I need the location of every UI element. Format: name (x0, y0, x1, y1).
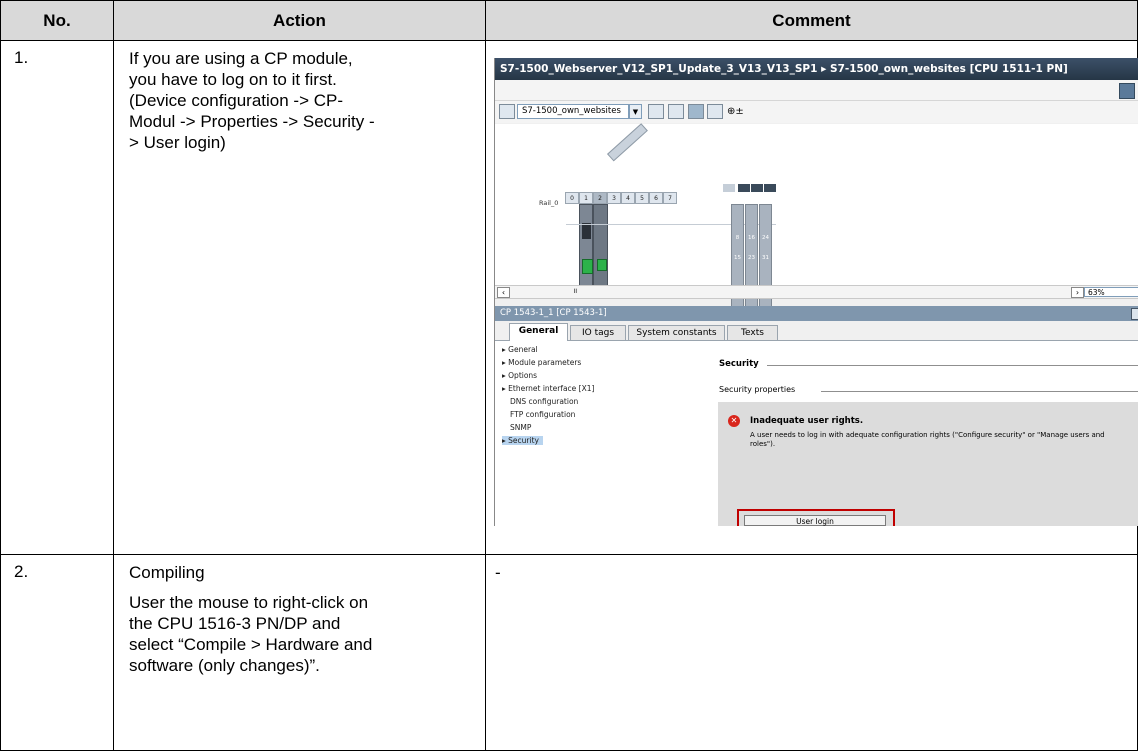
slot[interactable]: 2 (593, 192, 607, 204)
zoom-icon[interactable]: ⊕± (727, 104, 744, 119)
topology-icon[interactable] (1119, 83, 1135, 99)
header-action: Action (113, 0, 486, 41)
edit-icon[interactable] (688, 104, 704, 119)
row1-number: 1. (0, 40, 114, 555)
row1-action-line: > User login) (129, 133, 226, 152)
port-icon (582, 259, 593, 274)
row1-action-line: Modul -> Properties -> Security - (129, 112, 375, 131)
slot[interactable]: 0 (565, 192, 579, 204)
slot[interactable]: 7 (663, 192, 677, 204)
zoom-level[interactable]: 63% (1084, 287, 1138, 297)
port-icon (597, 259, 607, 271)
nav-item-options[interactable]: ▸ Options (502, 371, 537, 380)
network-icon[interactable] (668, 104, 684, 119)
row2-action-line: software (only changes)”. (129, 656, 320, 675)
user-login-button[interactable]: User login (744, 515, 886, 526)
cpu-module[interactable] (579, 204, 593, 290)
properties-tabs: General IO tags System constants Texts (495, 321, 1138, 341)
tia-portal-screenshot: S7-1500_Webserver_V12_SP1_Update_3_V13_V… (494, 58, 1138, 526)
device-select[interactable]: S7-1500_own_websites (517, 104, 629, 119)
add-device-icon[interactable] (499, 104, 515, 119)
slot[interactable]: 6 (649, 192, 663, 204)
nav-item-general[interactable]: ▸ General (502, 345, 538, 354)
top-toolbar (495, 80, 1138, 101)
properties-icon[interactable] (648, 104, 664, 119)
module-catalog-label (607, 123, 648, 162)
properties-title: CP 1543-1_1 [CP 1543-1] (495, 306, 1138, 321)
warning-box: ✕ Inadequate user rights. A user needs t… (718, 402, 1138, 526)
tab-system-constants[interactable]: System constants (628, 325, 725, 340)
nav-left-icon[interactable] (723, 184, 735, 192)
row1-action-line: If you are using a CP module, (129, 49, 353, 68)
row2-action-line: select “Compile > Hardware and (129, 635, 373, 654)
row1-action-line: (Device configuration -> CP- (129, 91, 344, 110)
device-view-canvas: Rail_0 0 1 2 3 4 5 6 7 8 15 16 23 24 31 (495, 123, 1138, 333)
properties-nav: ▸ General ▸ Module parameters ▸ Options … (495, 341, 704, 526)
slot[interactable]: 4 (621, 192, 635, 204)
slot[interactable]: 5 (635, 192, 649, 204)
row1-action: If you are using a CP module, you have t… (113, 40, 486, 555)
divider (821, 391, 1138, 392)
security-content: Security Security properties ✕ Inadequat… (703, 341, 1138, 526)
rack-label: Rail_0 (539, 199, 559, 207)
scroll-right-icon[interactable]: › (1071, 287, 1084, 298)
nav-down-icon[interactable] (738, 184, 750, 192)
nav-item-ftp[interactable]: FTP configuration (510, 410, 575, 419)
row2-comment: - (485, 554, 1138, 751)
row2-action-title: Compiling (129, 563, 205, 582)
header-comment: Comment (485, 0, 1138, 41)
row2-action-line: User the mouse to right-click on (129, 593, 369, 612)
nav-down-icon[interactable] (764, 184, 776, 192)
chevron-down-icon[interactable]: ▼ (629, 104, 642, 119)
device-toolbar: S7-1500_own_websites ▼ ⊕± (495, 101, 1138, 123)
row2-action: Compiling User the mouse to right-click … (113, 554, 486, 751)
warning-title: Inadequate user rights. (750, 416, 864, 426)
rack-rail: 0 1 2 3 4 5 6 7 (565, 192, 775, 204)
row1-action-line: you have to log on to it first. (129, 70, 337, 89)
error-icon: ✕ (728, 415, 740, 427)
scroll-grip-icon[interactable]: ॥ (573, 287, 577, 296)
scroll-left-icon[interactable]: ‹ (497, 287, 510, 298)
cpu-display (582, 223, 591, 239)
section-subtitle: Security properties (719, 385, 796, 394)
slot[interactable]: 1 (579, 192, 593, 204)
nav-item-dns[interactable]: DNS configuration (510, 397, 578, 406)
nav-item-snmp[interactable]: SNMP (510, 423, 531, 432)
dock-icon[interactable] (1131, 308, 1138, 320)
section-title: Security (719, 359, 759, 369)
tab-io-tags[interactable]: IO tags (570, 325, 626, 340)
cp-module[interactable] (593, 204, 608, 290)
properties-panel: ▸ General ▸ Module parameters ▸ Options … (495, 341, 1138, 526)
nav-down-icon[interactable] (751, 184, 763, 192)
nav-item-ethernet[interactable]: ▸ Ethernet interface [X1] (502, 384, 594, 393)
tab-texts[interactable]: Texts (727, 325, 778, 340)
divider (767, 365, 1138, 366)
warning-text: A user needs to log in with adequate con… (750, 431, 1105, 448)
row2-action-line: the CPU 1516-3 PN/DP and (129, 614, 341, 633)
slot[interactable]: 3 (607, 192, 621, 204)
highlight-frame: User login (737, 509, 895, 526)
tab-general[interactable]: General (509, 323, 568, 341)
grid-icon[interactable] (707, 104, 723, 119)
row2-number: 2. (0, 554, 114, 751)
nav-item-security[interactable]: ▸ Security (502, 436, 543, 445)
header-no: No. (0, 0, 114, 41)
nav-item-module-parameters[interactable]: ▸ Module parameters (502, 358, 581, 367)
project-title-bar: S7-1500_Webserver_V12_SP1_Update_3_V13_V… (495, 58, 1138, 80)
horizontal-scrollbar[interactable]: ‹ ॥ › 63% (495, 285, 1138, 299)
